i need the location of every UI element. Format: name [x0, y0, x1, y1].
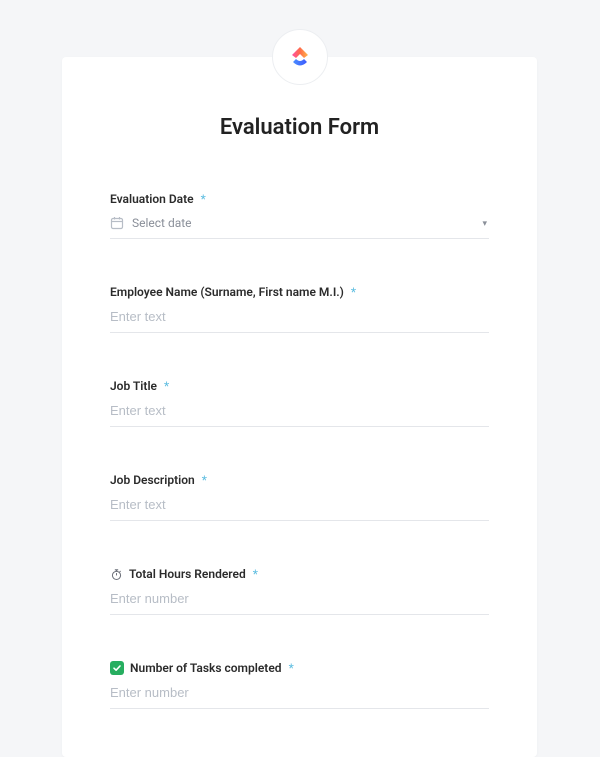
- form-card: Evaluation Form Evaluation Date* Select …: [62, 57, 537, 757]
- total-hours-input[interactable]: [110, 591, 489, 606]
- date-placeholder: Select date: [132, 216, 192, 230]
- field-job-title: Job Title*: [110, 379, 489, 427]
- field-tasks-completed: Number of Tasks completed*: [110, 661, 489, 709]
- job-title-input[interactable]: [110, 403, 489, 418]
- calendar-icon: [110, 216, 124, 230]
- tasks-completed-input[interactable]: [110, 685, 489, 700]
- job-description-input[interactable]: [110, 497, 489, 512]
- employee-name-input[interactable]: [110, 309, 489, 324]
- field-job-description: Job Description*: [110, 473, 489, 521]
- check-icon: [110, 661, 124, 675]
- date-picker[interactable]: Select date ▾: [110, 216, 489, 239]
- label-tasks-completed: Number of Tasks completed*: [110, 661, 489, 675]
- chevron-down-icon: ▾: [482, 220, 487, 229]
- clickup-logo-icon: [286, 43, 314, 71]
- stopwatch-icon: [110, 568, 123, 581]
- field-employee-name: Employee Name (Surname, First name M.I.)…: [110, 285, 489, 333]
- label-job-description: Job Description*: [110, 473, 489, 487]
- label-evaluation-date: Evaluation Date*: [110, 192, 489, 206]
- field-total-hours: Total Hours Rendered*: [110, 567, 489, 615]
- form-title: Evaluation Form: [110, 115, 489, 140]
- label-job-title: Job Title*: [110, 379, 489, 393]
- label-employee-name: Employee Name (Surname, First name M.I.)…: [110, 285, 489, 299]
- brand-logo: [272, 29, 328, 85]
- label-total-hours: Total Hours Rendered*: [110, 567, 489, 581]
- field-evaluation-date: Evaluation Date* Select date ▾: [110, 192, 489, 239]
